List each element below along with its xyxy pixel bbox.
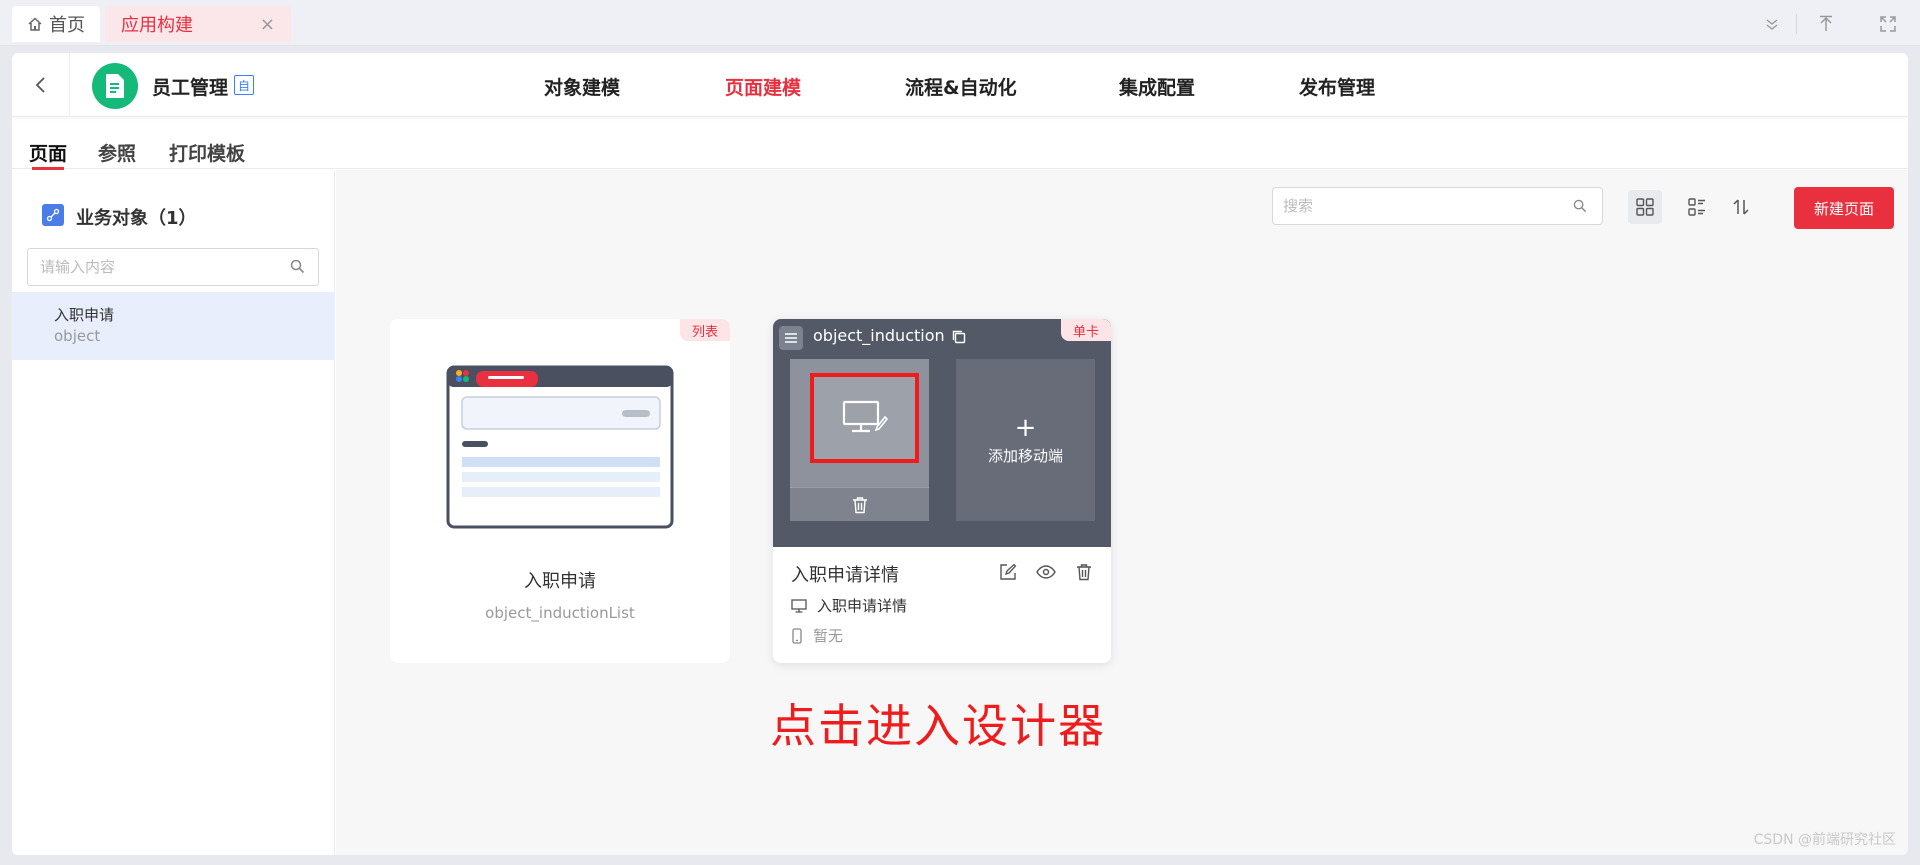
tab-close-icon[interactable]: × [260, 14, 275, 35]
main-window: 员工管理 自 对象建模 页面建模 流程&自动化 集成配置 发布管理 页面 参照 … [12, 53, 1908, 855]
pc-page-row: 入职申请详情 [791, 595, 907, 616]
app-type-badge: 自 [234, 75, 254, 95]
nav-process-automation[interactable]: 流程&自动化 [905, 73, 1017, 100]
business-object-icon [42, 204, 64, 226]
tab-app-build[interactable]: 应用构建 × [105, 6, 291, 42]
page-title: 入职申请详情 [791, 565, 899, 586]
mobile-icon [792, 627, 802, 644]
card-preview-area: object_induction 单卡 + 添加移动端 [773, 319, 1111, 547]
chevron-left-icon [35, 77, 45, 93]
page-code: object_inductionList [485, 604, 635, 622]
tab-pages[interactable]: 页面 [29, 139, 67, 166]
business-object-title: 业务对象（1） [76, 208, 197, 229]
eye-icon[interactable] [1035, 561, 1057, 583]
upload-icon[interactable] [1814, 12, 1838, 36]
page-type-tag: 单卡 [1060, 319, 1111, 341]
divider [1796, 14, 1797, 34]
tab-strip: 首页 应用构建 × [0, 0, 1920, 46]
trash-icon[interactable] [1073, 561, 1095, 583]
tab-references[interactable]: 参照 [98, 139, 136, 166]
tab-app-build-label: 应用构建 [121, 15, 193, 36]
page-title: 入职申请 [524, 571, 596, 592]
list-view-button[interactable] [1680, 190, 1714, 224]
document-icon [106, 74, 124, 98]
delete-pc-page-button[interactable] [790, 487, 929, 521]
nav-object-modeling[interactable]: 对象建模 [544, 73, 620, 100]
fullscreen-icon[interactable] [1876, 12, 1900, 36]
search-icon [290, 259, 305, 274]
nav-release-management[interactable]: 发布管理 [1299, 73, 1375, 100]
sub-tabs: 页面 参照 打印模板 [12, 117, 1908, 170]
watermark: CSDN @前端研究社区 [1753, 832, 1896, 848]
desktop-icon [791, 598, 807, 613]
page-card-list[interactable]: 列表 入职申请 object_inductionList [390, 319, 730, 663]
object-search-input[interactable] [27, 248, 319, 286]
page-list-area: 新建页面 列表 入职申请 object_inductionLi [336, 170, 1908, 855]
add-mobile-label: 添加移动端 [987, 446, 1063, 465]
edit-icon[interactable] [997, 561, 1019, 583]
page-card-single[interactable]: object_induction 单卡 + 添加移动端 入职申请详情 入职申请详… [773, 319, 1111, 663]
sort-icon [1733, 199, 1749, 215]
mobile-page-name: 暂无 [813, 627, 844, 645]
copy-icon[interactable] [951, 329, 967, 345]
mobile-page-row: 暂无 [791, 625, 843, 646]
pc-page-slot [790, 359, 929, 521]
collapse-icon[interactable] [1760, 12, 1784, 36]
annotation-text: 点击进入设计器 [770, 699, 1106, 753]
nav-integration-config[interactable]: 集成配置 [1119, 73, 1195, 100]
tab-home-label: 首页 [49, 15, 85, 36]
sort-button[interactable] [1724, 190, 1758, 224]
add-mobile-button[interactable]: + 添加移动端 [956, 359, 1095, 521]
nav-page-modeling[interactable]: 页面建模 [725, 73, 801, 100]
object-name: 入职申请 [54, 306, 115, 324]
page-code: object_induction [813, 326, 945, 345]
grid-view-button[interactable] [1628, 190, 1662, 224]
object-code: object [54, 327, 101, 345]
card-actions [997, 561, 1095, 583]
home-icon [28, 17, 42, 31]
new-page-button[interactable]: 新建页面 [1794, 187, 1894, 229]
list-item[interactable]: 入职申请 object [12, 292, 335, 360]
business-object-panel: 业务对象（1） 入职申请 object [12, 170, 335, 855]
app-logo [92, 63, 138, 109]
page-search-input[interactable] [1272, 187, 1603, 225]
enter-designer-button[interactable] [810, 373, 919, 463]
app-name: 员工管理 [152, 77, 229, 99]
pc-page-name: 入职申请详情 [817, 597, 908, 615]
trash-icon [852, 496, 867, 513]
menu-icon[interactable] [779, 326, 803, 350]
tab-home[interactable]: 首页 [12, 6, 100, 42]
tab-print-templates[interactable]: 打印模板 [169, 139, 245, 166]
search-icon [1573, 199, 1587, 213]
back-button[interactable] [12, 53, 70, 117]
app-header: 员工管理 自 对象建模 页面建模 流程&自动化 集成配置 发布管理 [12, 53, 1908, 117]
desktop-edit-icon [842, 400, 888, 433]
list-view-icon [1688, 198, 1705, 216]
list-page-thumbnail [446, 365, 674, 529]
grid-view-icon [1636, 198, 1654, 216]
page-type-tag: 列表 [679, 319, 730, 341]
plus-icon: + [1014, 412, 1037, 443]
